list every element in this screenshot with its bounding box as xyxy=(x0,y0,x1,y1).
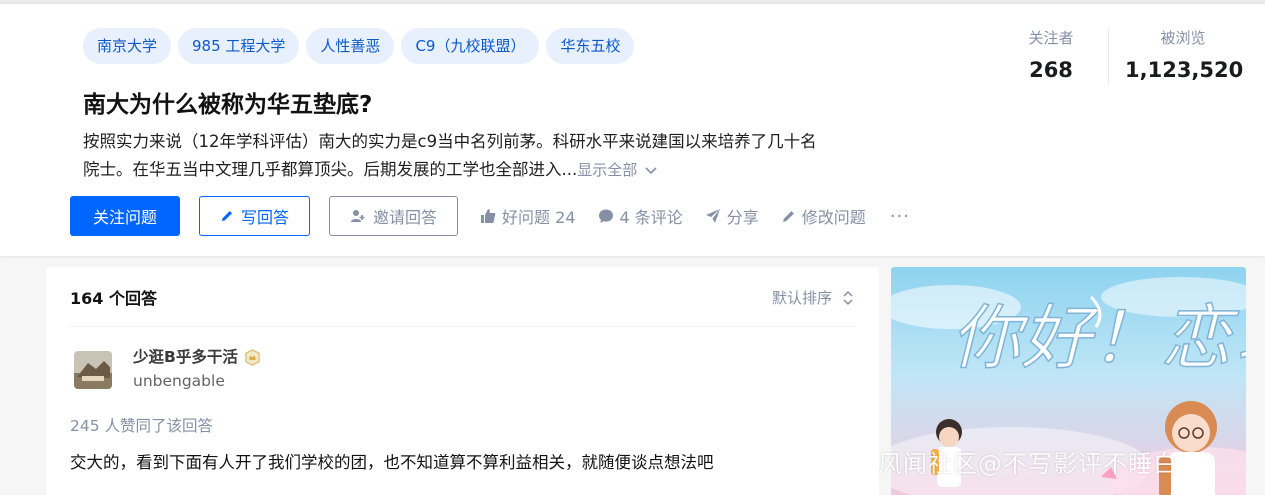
likes-line: 245 人赞同了该回答 xyxy=(70,417,214,435)
comments-label: 4 条评论 xyxy=(619,208,683,227)
topic-tag[interactable]: C9（九校联盟） xyxy=(401,28,540,64)
topic-tags: 南京大学 985 工程大学 人性善恶 C9（九校联盟） 华东五校 xyxy=(83,28,635,64)
watermark: 风闻社区@不写影评不睡白 xyxy=(878,450,1178,478)
share-label: 分享 xyxy=(726,208,759,227)
author-name[interactable]: 少逛B乎多干活 xyxy=(133,345,261,369)
views-stat: 被浏览 1,123,520 xyxy=(1125,26,1244,86)
excerpt-line: 按照实力来说（12年学科评估）南大的实力是c9当中名列前茅。科研水平来说建国以来… xyxy=(83,132,817,151)
show-all-button[interactable]: 显示全部 xyxy=(577,161,657,179)
edit-icon xyxy=(782,210,794,222)
follow-question-button[interactable]: 关注问题 xyxy=(70,196,181,236)
author-info: 少逛B乎多干活 unbengable xyxy=(133,345,261,393)
question-title[interactable]: 南大为什么被称为华五垫底? xyxy=(83,86,372,124)
write-answer-button[interactable]: 写回答 xyxy=(199,196,311,236)
answers-header: 164 个回答 默认排序 xyxy=(70,267,856,327)
topic-tag[interactable]: 985 工程大学 xyxy=(178,28,300,64)
question-stats: 关注者 268 被浏览 1,123,520 xyxy=(1010,26,1244,86)
sort-dropdown[interactable]: 默认排序 xyxy=(772,287,854,308)
avatar[interactable] xyxy=(74,351,112,389)
edit-question-label: 修改问题 xyxy=(801,208,866,227)
topic-tag[interactable]: 南京大学 xyxy=(83,28,172,64)
sort-label: 默认排序 xyxy=(771,289,832,307)
answers-count: 164 个回答 xyxy=(70,289,157,308)
comment-icon xyxy=(598,209,613,223)
author-handle: unbengable xyxy=(133,372,225,390)
edit-question-button[interactable]: 修改问题 xyxy=(781,204,866,228)
views-value: 1,123,520 xyxy=(1125,58,1244,82)
followers-label: 关注者 xyxy=(1028,29,1074,47)
more-options-button[interactable]: ··· xyxy=(890,206,910,227)
question-actions: 关注问题 写回答 邀请回答 好问题 24 4 条评论 分享 修改问题 ··· xyxy=(70,196,910,236)
followers-stat[interactable]: 关注者 268 xyxy=(1010,26,1092,86)
share-icon xyxy=(705,209,720,223)
answer-text[interactable]: 交大的，看到下面有人开了我们学校的团，也不知道算不算利益相关，就随便谈点想法吧 xyxy=(70,449,714,473)
question-excerpt: 按照实力来说（12年学科评估）南大的实力是c9当中名列前茅。科研水平来说建国以来… xyxy=(83,128,893,184)
topic-tag[interactable]: 华东五校 xyxy=(546,28,635,64)
show-all-label: 显示全部 xyxy=(577,161,638,179)
followers-value: 268 xyxy=(1029,58,1073,82)
answer-author: 少逛B乎多干活 unbengable xyxy=(70,345,261,393)
comments-button[interactable]: 4 条评论 xyxy=(598,204,683,228)
chevron-down-icon xyxy=(645,166,657,174)
thumb-up-icon xyxy=(481,209,496,223)
views-label: 被浏览 xyxy=(1160,29,1206,47)
share-button[interactable]: 分享 xyxy=(705,204,759,228)
topic-tag[interactable]: 人性善恶 xyxy=(306,28,395,64)
avatar-image xyxy=(74,351,112,389)
badge-icon xyxy=(245,348,260,366)
excerpt-line: 院士。在华五当中文理几乎都算顶尖。后期发展的工学也全部进入... xyxy=(83,160,578,179)
stats-divider xyxy=(1108,28,1109,86)
good-question-button[interactable]: 好问题 24 xyxy=(480,204,576,228)
author-name-text: 少逛B乎多干活 xyxy=(133,348,238,366)
invite-answer-label: 邀请回答 xyxy=(373,208,438,227)
good-question-label: 好问题 24 xyxy=(502,208,576,227)
add-person-icon xyxy=(351,210,365,222)
question-header: 南京大学 985 工程大学 人性善恶 C9（九校联盟） 华东五校 关注者 268… xyxy=(0,4,1265,256)
excerpt-line-with-more: 院士。在华五当中文理几乎都算顶尖。后期发展的工学也全部进入...显示全部 xyxy=(83,156,893,184)
write-answer-label: 写回答 xyxy=(241,208,290,227)
pencil-icon xyxy=(222,211,233,221)
sort-icon xyxy=(843,290,853,305)
answers-card: 164 个回答 默认排序 少逛B乎多干活 unbengable 245 人赞同了… xyxy=(46,267,879,495)
invite-answer-button[interactable]: 邀请回答 xyxy=(329,196,459,236)
